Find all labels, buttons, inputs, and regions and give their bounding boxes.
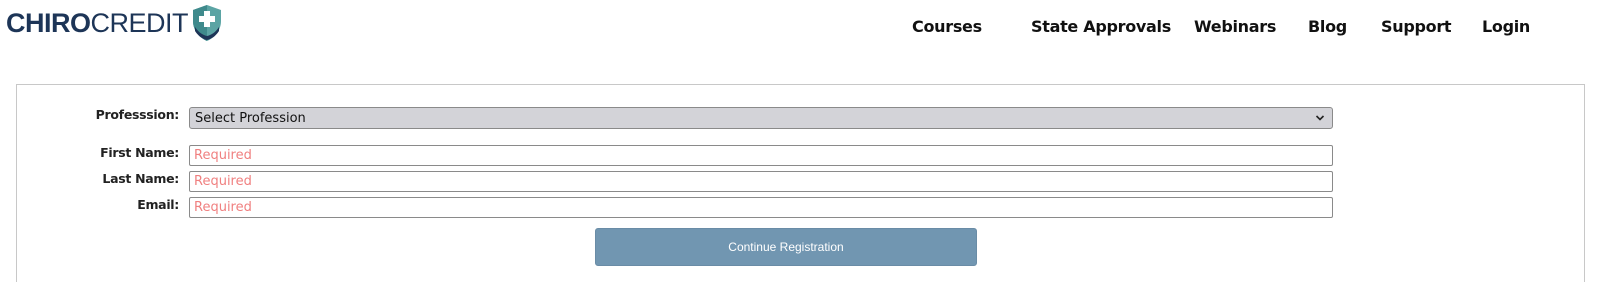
- nav-blog[interactable]: Blog: [1308, 17, 1347, 36]
- profession-select[interactable]: Select Profession: [189, 107, 1333, 129]
- email-label: Email:: [137, 197, 179, 212]
- nav-login[interactable]: Login: [1482, 17, 1530, 36]
- chevron-down-icon: [1315, 115, 1325, 121]
- first-name-input[interactable]: [189, 145, 1333, 166]
- logo-text-light: CREDIT: [90, 7, 189, 38]
- last-name-label: Last Name:: [102, 171, 179, 186]
- continue-registration-button[interactable]: Continue Registration: [595, 228, 977, 266]
- profession-label: Professsion:: [95, 107, 180, 122]
- last-name-input[interactable]: [189, 171, 1333, 192]
- profession-selected-value: Select Profession: [195, 110, 306, 126]
- first-name-label: First Name:: [100, 145, 179, 160]
- email-input[interactable]: [189, 197, 1333, 218]
- site-header: CHIRO CREDIT Courses State Approvals Web…: [0, 0, 1600, 56]
- nav-webinars[interactable]: Webinars: [1194, 17, 1276, 36]
- nav-state-approvals[interactable]: State Approvals: [1031, 17, 1171, 36]
- logo-text-bold: CHIRO: [6, 7, 91, 38]
- shield-cross-icon: [193, 5, 221, 41]
- nav-support[interactable]: Support: [1381, 17, 1452, 36]
- chirocredit-logo[interactable]: CHIRO CREDIT: [6, 3, 225, 43]
- nav-courses[interactable]: Courses: [912, 17, 982, 36]
- registration-form: Professsion: Select Profession First Nam…: [16, 84, 1585, 282]
